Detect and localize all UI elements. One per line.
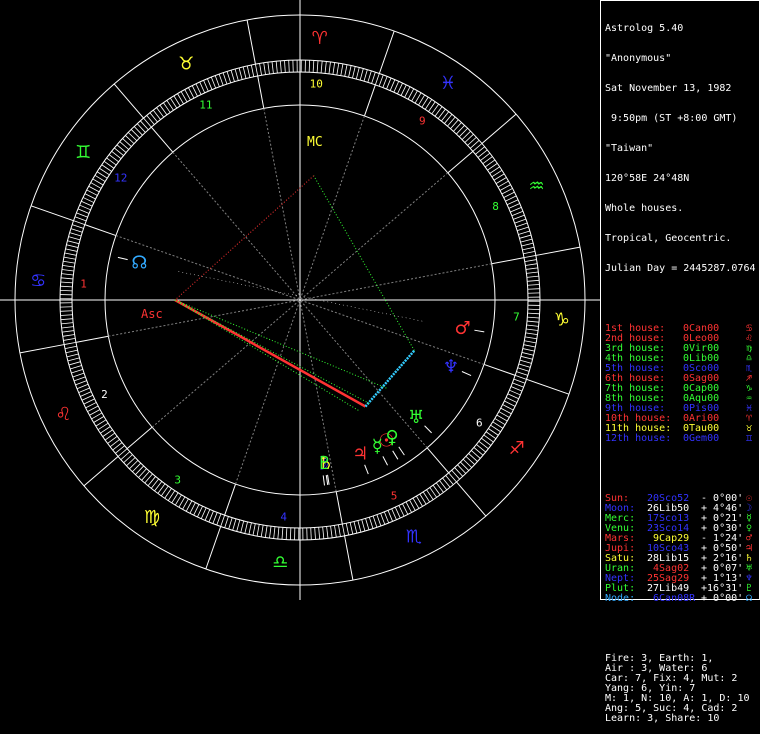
house-number: 6 (476, 416, 483, 429)
stat-line: Ang: 5, Suc: 4, Cad: 2 (605, 704, 757, 714)
house-number: 7 (513, 310, 520, 323)
house-number: 12 (114, 172, 127, 185)
chart-wheel: ♈♉♊♋♌♍♎♏♐♑♒♓123456789101112AscMC☉☽☿♀♂♃♄♅… (0, 0, 600, 600)
stat-line: Yang: 6, Yin: 7 (605, 684, 757, 694)
house-label: 12th house: (605, 434, 671, 444)
zodiac-sign-icon: ♉ (178, 53, 194, 74)
degree-tick (311, 528, 312, 540)
house-number: 1 (80, 278, 87, 291)
zodiac-sign-icon: ♐ (509, 438, 525, 459)
zodiac-sign-icon: ♏ (406, 527, 422, 548)
house-number: 3 (174, 473, 181, 486)
sign-glyph-icon: ♊ (743, 434, 755, 444)
planet-position: 6Can08R (647, 594, 695, 604)
house-number: 10 (310, 78, 323, 91)
chart-name: "Anonymous" (605, 54, 757, 64)
zodiac-sign-icon: ♌ (55, 404, 71, 425)
planet-glyph-icon: ♀ (386, 427, 399, 448)
planet-glyph-icon: ♂ (455, 318, 471, 339)
chart-date: Sat November 13, 1982 (605, 84, 757, 94)
ascendant-label: Asc (141, 307, 163, 321)
program-title: Astrolog 5.40 (605, 24, 757, 34)
degree-tick (528, 289, 540, 290)
house-number: 2 (101, 388, 108, 401)
stat-line: Fire: 3, Earth: 1, (605, 654, 757, 664)
stat-line: Car: 7, Fix: 4, Mut: 2 (605, 674, 757, 684)
house-number: 4 (280, 510, 287, 523)
chart-place: "Taiwan" (605, 144, 757, 154)
house-number: 5 (391, 490, 398, 503)
chart-coords: 120°58E 24°48N (605, 174, 757, 184)
degree-tick (289, 60, 290, 72)
planet-glyph-icon: ☿ (372, 436, 383, 457)
degree-tick (60, 311, 72, 312)
planet-glyph-icon: ☊ (131, 252, 147, 273)
julian-day: Julian Day = 2445287.0764 (605, 264, 757, 274)
planet-row: Node: 6Can08R + 0°00'☊ (605, 594, 757, 604)
info-panel: Astrolog 5.40 "Anonymous" Sat November 1… (605, 4, 757, 734)
element-stats: Fire: 3, Earth: 1,Air : 3, Water: 6Car: … (605, 654, 757, 724)
planet-glyph-icon: ♆ (443, 357, 459, 378)
zodiac-type: Tropical, Geocentric. (605, 234, 757, 244)
planet-glyph-icon: ♅ (408, 407, 424, 428)
house-number: 8 (492, 200, 499, 213)
zodiac-sign-icon: ♑ (554, 310, 570, 331)
house-row: 12th house: 0Gem00 ♊ (605, 434, 757, 444)
stat-line: Learn: 3, Share: 10 (605, 714, 757, 724)
house-number: 9 (419, 115, 426, 128)
zodiac-sign-icon: ♈ (312, 28, 328, 49)
zodiac-sign-icon: ♊ (75, 142, 91, 163)
zodiac-sign-icon: ♎ (272, 552, 288, 573)
chart-time: 9:50pm (ST +8:00 GMT) (605, 114, 757, 124)
planet-position-list: Sun:20Sco52 - 0°00'☉Moon:26Lib50 + 4°46'… (605, 494, 757, 604)
stat-line: M: 1, N: 10, A: 1, D: 10 (605, 694, 757, 704)
planet-glyph-icon: ☊ (743, 594, 755, 604)
stat-line: Air : 3, Water: 6 (605, 664, 757, 674)
zodiac-sign-icon: ♍ (144, 507, 160, 528)
house-number: 11 (199, 98, 212, 111)
house-system: Whole houses. (605, 204, 757, 214)
zodiac-sign-icon: ♒ (528, 176, 544, 197)
planet-name: Node: (605, 594, 635, 604)
zodiac-sign-icon: ♋ (30, 270, 46, 291)
midheaven-label: MC (307, 135, 323, 150)
house-cusp: 0Gem00 (683, 434, 719, 444)
planet-glyph-icon: ♃ (352, 444, 368, 465)
zodiac-sign-icon: ♓ (440, 73, 456, 94)
house-cusp-list: 1st house:0Can00♋2nd house:0Leo00♌3rd ho… (605, 324, 757, 444)
panel-divider (600, 0, 601, 600)
planet-motion: + 0°00' (695, 594, 743, 604)
planet-glyph-icon: ♇ (316, 453, 332, 474)
